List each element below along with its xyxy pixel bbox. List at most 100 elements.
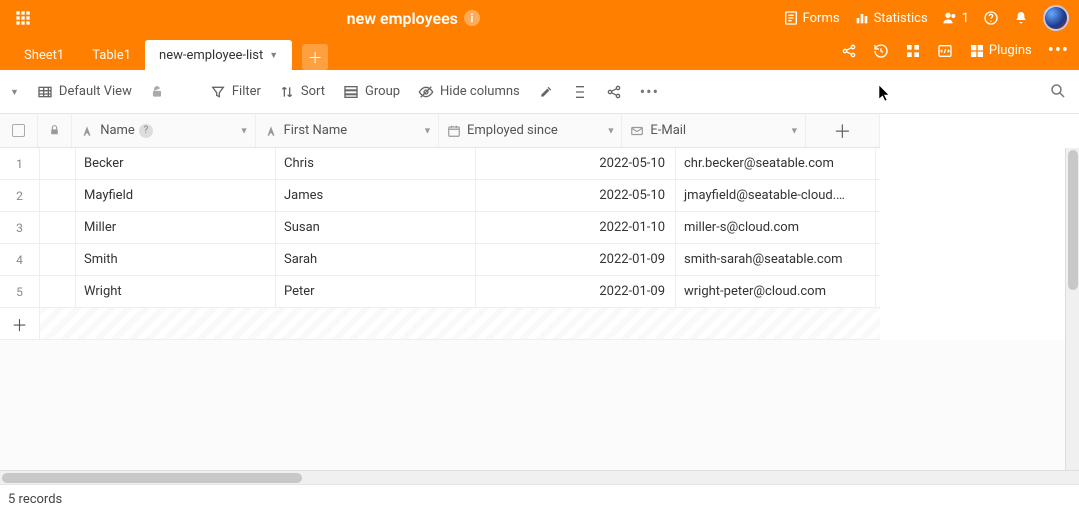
cell-email[interactable]: jmayfield@seatable-cloud.… [676,180,876,211]
row-number[interactable]: 5 [0,276,40,307]
row-height-icon [572,84,588,100]
view-lock-icon[interactable] [150,85,164,99]
cell-email[interactable]: chr.becker@seatable.com [676,148,876,179]
history-icon[interactable] [873,43,889,59]
hide-columns-button[interactable]: Hide columns [418,84,520,100]
column-header-name[interactable]: Name ? ▼ [72,114,255,147]
table-row[interactable]: 3 MillerSusan2022-01-10miller-s@cloud.com [0,212,880,244]
more-icon[interactable]: ••• [1048,40,1069,61]
sort-button[interactable]: Sort [279,84,325,100]
cell-name[interactable]: Becker [76,148,276,179]
chevron-down-icon[interactable]: ▼ [269,50,278,61]
cell-employed-since[interactable]: 2022-05-10 [476,180,676,211]
cell-first-name[interactable]: James [276,180,476,211]
cell-name[interactable]: Miller [76,212,276,243]
horizontal-scrollbar[interactable] [0,470,1079,484]
tab-new-employee-list[interactable]: new-employee-list ▼ [145,40,292,70]
table-row[interactable]: 2 MayfieldJames2022-05-10jmayfield@seatab… [0,180,880,212]
tab-table1[interactable]: Table1 [78,40,145,70]
chevron-down-icon[interactable]: ▼ [790,125,799,136]
chevron-down-icon[interactable]: ▼ [606,125,615,136]
plugins-icon [969,43,985,59]
row-expand[interactable] [40,244,76,275]
cell-employed-since[interactable]: 2022-01-10 [476,212,676,243]
base-title[interactable]: new employees [347,9,458,28]
statistics-link[interactable]: Statistics [854,10,928,26]
eye-off-icon [418,84,434,100]
table-row[interactable]: 5 WrightPeter2022-01-09wright-peter@cloud… [0,276,880,308]
lock-column-icon[interactable] [38,114,72,147]
cell-employed-since[interactable]: 2022-01-09 [476,244,676,275]
share-icon[interactable] [841,43,857,59]
row-number[interactable]: 3 [0,212,40,243]
cell-employed-since[interactable]: 2022-01-09 [476,276,676,307]
select-all-checkbox[interactable] [0,114,38,147]
cell-name[interactable]: Smith [76,244,276,275]
table-row[interactable]: 4 SmithSarah2022-01-09smith-sarah@seatabl… [0,244,880,276]
table-row[interactable]: 1 BeckerChris2022-05-10chr.becker@seatabl… [0,148,880,180]
paint-icon [538,84,554,100]
chevron-down-icon[interactable]: ▼ [240,125,249,136]
cell-email[interactable]: wright-peter@cloud.com [676,276,876,307]
search-icon [1049,82,1067,100]
help-icon [983,10,999,26]
chevron-down-icon[interactable]: ▼ [423,125,432,136]
paint-button[interactable] [538,84,554,100]
vertical-scrollbar[interactable] [1065,148,1079,470]
search-button[interactable] [1049,82,1067,104]
date-type-icon [447,124,461,138]
cell-name[interactable]: Wright [76,276,276,307]
share-view-button[interactable] [606,84,622,100]
add-table-button[interactable]: ＋ [302,44,328,70]
status-bar: 5 records [0,484,1079,514]
cell-employed-since[interactable]: 2022-05-10 [476,148,676,179]
forms-link[interactable]: Forms [783,10,840,26]
group-icon [343,84,359,100]
column-header-row: Name ? ▼ First Name ▼ Employed since ▼ E… [0,114,880,148]
row-number[interactable]: 2 [0,180,40,211]
apps-menu-icon[interactable] [10,5,36,31]
toolbar-more-button[interactable]: ••• [640,82,659,101]
grid-empty-area [0,340,1079,470]
sort-icon [279,84,295,100]
help-button[interactable] [983,10,999,26]
filter-button[interactable]: Filter [210,84,261,100]
column-header-employed-since[interactable]: Employed since ▼ [439,114,622,147]
tab-sheet1[interactable]: Sheet1 [10,40,78,70]
avatar[interactable] [1043,5,1069,31]
row-expand[interactable] [40,212,76,243]
automation-icon[interactable] [905,43,921,59]
cell-name[interactable]: Mayfield [76,180,276,211]
notifications-button[interactable] [1013,10,1029,26]
row-expand[interactable] [40,276,76,307]
record-count: 5 records [8,492,62,507]
default-view-button[interactable]: Default View [37,84,132,100]
row-expand[interactable] [40,148,76,179]
people-icon [942,10,958,26]
column-header-first-name[interactable]: First Name ▼ [256,114,439,147]
empty-row-area [40,308,880,339]
script-icon[interactable] [937,43,953,59]
cell-first-name[interactable]: Susan [276,212,476,243]
help-badge-icon[interactable]: ? [139,124,153,138]
row-number[interactable]: 4 [0,244,40,275]
cell-email[interactable]: miller-s@cloud.com [676,212,876,243]
cell-first-name[interactable]: Chris [276,148,476,179]
add-row-button[interactable]: ＋ [0,308,40,339]
cell-email[interactable]: smith-sarah@seatable.com [676,244,876,275]
plugins-button[interactable]: Plugins [969,43,1032,59]
bell-icon [1013,10,1029,26]
row-height-button[interactable] [572,84,588,100]
column-header-email[interactable]: E-Mail ▼ [622,114,805,147]
view-toolbar: ▼ Default View Filter Sort Group Hide co… [0,70,1079,114]
cell-first-name[interactable]: Sarah [276,244,476,275]
cell-first-name[interactable]: Peter [276,276,476,307]
info-icon[interactable]: i [464,10,480,26]
add-column-button[interactable]: ＋ [806,114,880,147]
group-button[interactable]: Group [343,84,400,100]
views-menu[interactable]: ▼ [10,87,19,97]
table-tabs: Sheet1 Table1 new-employee-list ▼ ＋ Plug… [0,36,1079,70]
members-button[interactable]: 1 [942,10,969,26]
row-number[interactable]: 1 [0,148,40,179]
row-expand[interactable] [40,180,76,211]
